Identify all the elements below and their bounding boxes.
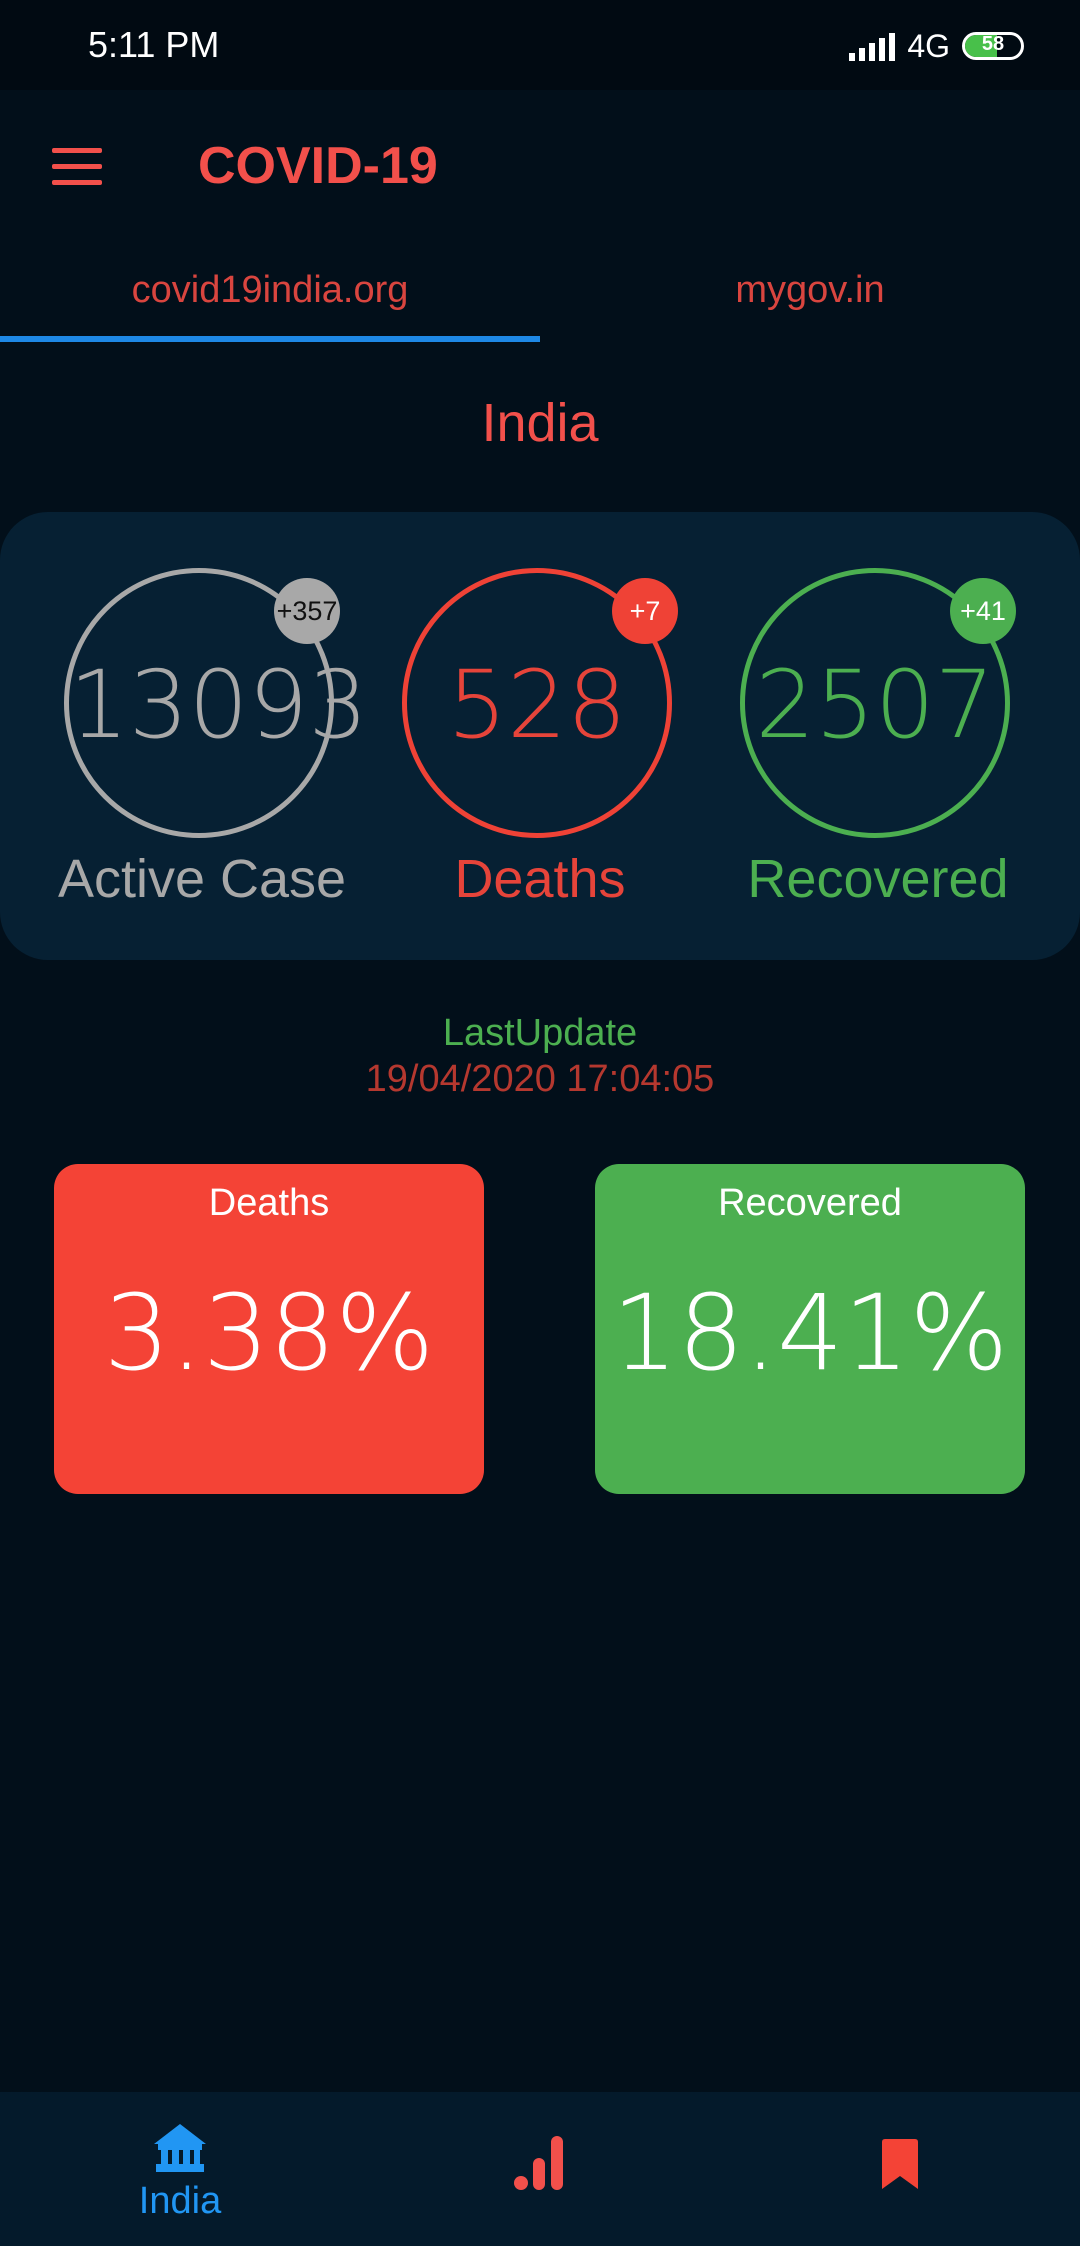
- nav-item-statistics[interactable]: [360, 2092, 720, 2246]
- app-screen: 5:11 PM 4G 58 COVID-19 covid19india.org …: [0, 0, 1080, 2246]
- nav-item-india[interactable]: India: [0, 2092, 360, 2246]
- recovery-rate-value: 18.41%: [611, 1272, 1009, 1394]
- region-title: India: [481, 393, 599, 453]
- signal-strength-icon: [849, 31, 896, 61]
- app-title: COVID-19: [198, 137, 438, 195]
- tab-mygov[interactable]: mygov.in: [540, 250, 1080, 342]
- deaths-label: Deaths: [454, 849, 626, 909]
- death-rate-value: 3.38%: [103, 1272, 435, 1394]
- active-case-change-badge: +357: [274, 578, 340, 644]
- app-bar: COVID-19: [0, 90, 1080, 250]
- recovered-change-badge: +41: [950, 578, 1016, 644]
- bottom-nav: India: [0, 2092, 1080, 2246]
- status-icons: 4G 58: [849, 26, 1024, 66]
- death-rate-card: Deaths 3.38%: [54, 1164, 484, 1494]
- active-case-label: Active Case: [57, 849, 347, 909]
- menu-icon[interactable]: [52, 148, 102, 188]
- battery-icon: 58: [962, 32, 1024, 60]
- recovered-stat: 2507 +41 Recovered: [738, 568, 1018, 948]
- recovered-label: Recovered: [747, 849, 1009, 909]
- network-type: 4G: [907, 27, 950, 64]
- active-case-stat: 13093 +357 Active Case: [58, 568, 369, 948]
- last-update-time: 19/04/2020 17:04:05: [365, 1058, 715, 1100]
- recovered-value: 2507: [755, 651, 995, 760]
- deaths-value: 528: [447, 651, 627, 760]
- bar-chart-icon: [514, 2136, 563, 2190]
- death-rate-title: Deaths: [208, 1182, 330, 1224]
- status-bar: 5:11 PM 4G 58: [0, 0, 1080, 90]
- battery-percent: 58: [981, 33, 1005, 55]
- deaths-stat: 528 +7 Deaths: [400, 568, 680, 948]
- bookmark-icon: [882, 2139, 918, 2189]
- status-time: 5:11 PM: [88, 24, 220, 65]
- stats-card: 13093 +357 Active Case 528 +7 Deaths 250…: [0, 512, 1080, 960]
- last-update-label: LastUpdate: [442, 1012, 638, 1054]
- nav-label-india: India: [138, 2180, 222, 2222]
- home-icon: [154, 2124, 206, 2172]
- tab-covid19india[interactable]: covid19india.org: [0, 250, 540, 342]
- selected-tab-indicator: [0, 336, 540, 342]
- source-tabs: covid19india.org mygov.in: [0, 250, 1080, 342]
- recovery-rate-title: Recovered: [718, 1182, 902, 1224]
- active-case-value: 13093: [69, 651, 369, 760]
- recovery-rate-card: Recovered 18.41%: [595, 1164, 1025, 1494]
- nav-item-bookmarks[interactable]: [720, 2092, 1080, 2246]
- deaths-change-badge: +7: [612, 578, 678, 644]
